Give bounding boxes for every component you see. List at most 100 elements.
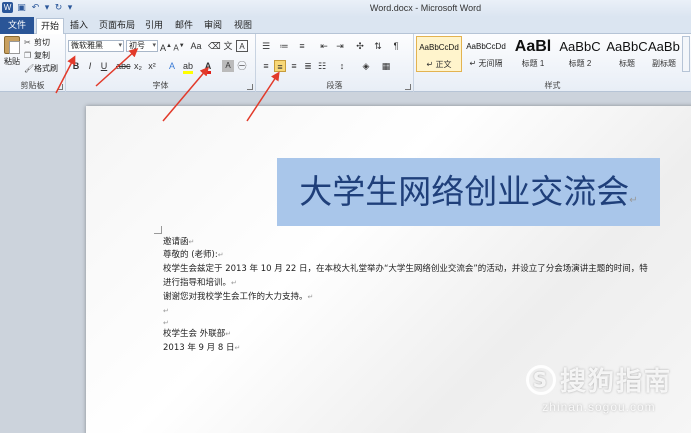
doc-line-6[interactable]: ↵ [163, 306, 169, 316]
multilevel-list-icon[interactable]: ≡ [296, 40, 308, 52]
subscript-icon[interactable]: x₂ [132, 60, 144, 72]
copy-button[interactable]: ❐ 复制 [24, 50, 50, 61]
increase-indent-icon[interactable]: ⇥ [334, 40, 346, 52]
style-no-spacing[interactable]: AaBbCcDd ↵ 无间隔 [463, 36, 509, 72]
show-marks-icon[interactable]: ¶ [390, 40, 402, 52]
text-effects-icon[interactable]: A [166, 60, 178, 72]
borders-icon[interactable]: ▦ [380, 60, 392, 72]
document-heading-text: 大学生网络创业交流会 [299, 172, 630, 211]
numbering-icon[interactable]: ≔ [278, 40, 290, 52]
style-title[interactable]: AaBbC 标题 [604, 36, 650, 72]
style-subtitle[interactable]: AaBbC 副标题 [648, 36, 680, 72]
clipboard-launcher-icon[interactable] [57, 84, 63, 90]
decrease-indent-icon[interactable]: ⇤ [318, 40, 330, 52]
doc-line-7[interactable]: ↵ [163, 318, 169, 328]
watermark-brand-text: 搜狗指南 [559, 367, 672, 397]
sort-icon[interactable]: ⇅ [372, 40, 384, 52]
shrink-font-icon[interactable]: A▼ [173, 40, 185, 53]
format-painter-button[interactable]: 🖌 格式刷 [24, 63, 58, 74]
align-center-icon[interactable]: ≡ [274, 60, 286, 72]
underline-icon[interactable]: U [98, 60, 110, 72]
style-title-sample: AaBbC [606, 39, 648, 54]
tab-mailings[interactable]: 邮件 [172, 18, 196, 34]
paragraph-launcher-icon[interactable] [405, 84, 411, 90]
paragraph-mark-icon: ↵ [629, 195, 638, 206]
tab-review[interactable]: 审阅 [201, 18, 225, 34]
phonetic-guide-icon[interactable]: 文 [222, 40, 234, 52]
doc-line-3-text: 校学生会兹定于 2013 年 10 月 22 日，在本校大礼堂举办“大学生网络创… [163, 264, 648, 274]
distributed-icon[interactable]: ☷ [316, 60, 328, 72]
superscript-icon[interactable]: x² [146, 60, 158, 72]
paragraph-mark-icon: ↵ [225, 330, 232, 338]
clear-format-icon[interactable]: ⌫ [208, 40, 221, 52]
tab-home[interactable]: 开始 [36, 18, 64, 34]
title-bar: W ▣ ↶ ▾ ↻ ▾ Word.docx - Microsoft Word [0, 0, 691, 17]
tab-references[interactable]: 引用 [142, 18, 166, 34]
doc-line-1[interactable]: 邀请函↵ [163, 237, 194, 247]
sogou-watermark: S 搜狗指南 zhinan.sogou.com [525, 361, 672, 414]
paragraph-mark-icon: ↵ [163, 307, 169, 315]
ribbon: 粘贴 ✂ 剪切 ❐ 复制 🖌 格式刷 剪贴板 微软雅黑 初号 A▲ A▼ Aa [0, 34, 691, 92]
doc-line-2[interactable]: 尊敬的 (老师):↵ [163, 250, 224, 260]
font-launcher-icon[interactable] [247, 84, 253, 90]
enclose-characters-icon[interactable]: ㊀ [236, 60, 248, 72]
styles-group: AaBbCcDd ↵ 正文 AaBbCcDd ↵ 无间隔 AaBl 标题 1 A… [414, 34, 691, 92]
tab-insert[interactable]: 插入 [66, 18, 92, 34]
style-no-spacing-sample: AaBbCcDd [466, 42, 506, 51]
bullets-icon[interactable]: ☰ [260, 40, 272, 52]
document-page[interactable]: 大学生网络创业交流会↵ 邀请函↵ 尊敬的 (老师):↵ 校学生会兹定于 2013… [86, 106, 691, 433]
document-heading[interactable]: 大学生网络创业交流会↵ [277, 172, 660, 221]
font-color-icon[interactable]: A [202, 60, 214, 74]
bold-icon[interactable]: B [70, 60, 82, 72]
tab-page-layout[interactable]: 页面布局 [96, 18, 138, 34]
style-heading-1[interactable]: AaBl 标题 1 [510, 36, 556, 72]
styles-gallery-scrollbar[interactable] [682, 36, 690, 72]
strikethrough-icon[interactable]: abc [116, 60, 131, 72]
style-heading-2[interactable]: AaBbC 标题 2 [557, 36, 603, 72]
italic-icon[interactable]: I [84, 60, 96, 72]
document-area: 大学生网络创业交流会↵ 邀请函↵ 尊敬的 (老师):↵ 校学生会兹定于 2013… [0, 92, 691, 433]
align-left-icon[interactable]: ≡ [260, 60, 272, 72]
scissors-icon: ✂ [24, 37, 31, 47]
ribbon-tabs: 文件 开始 插入 页面布局 引用 邮件 审阅 视图 [0, 17, 691, 34]
doc-line-8[interactable]: 校学生会 外联部↵ [163, 329, 231, 339]
doc-line-3[interactable]: 校学生会兹定于 2013 年 10 月 22 日，在本校大礼堂举办“大学生网络创… [163, 264, 648, 274]
font-name-dropdown[interactable]: 微软雅黑 [68, 40, 124, 52]
brush-icon: 🖌 [24, 63, 35, 73]
paragraph-group: ☰ ≔ ≡ ⇤ ⇥ ✣ ⇅ ¶ ≡ ≡ ≡ ≣ ☷ ↕ ◈ ▦ 段落 [256, 34, 414, 92]
cut-label: 剪切 [34, 38, 50, 47]
paste-label: 粘贴 [4, 57, 20, 66]
doc-line-9[interactable]: 2013 年 9 月 8 日↵ [163, 343, 240, 353]
cut-button[interactable]: ✂ 剪切 [24, 37, 50, 48]
character-shading-icon[interactable]: A [222, 60, 234, 72]
tab-file[interactable]: 文件 [0, 17, 34, 34]
shading-icon[interactable]: ◈ [360, 60, 372, 72]
style-normal-sample: AaBbCcDd [419, 43, 459, 52]
word-window: W ▣ ↶ ▾ ↻ ▾ Word.docx - Microsoft Word 文… [0, 0, 691, 433]
align-right-icon[interactable]: ≡ [288, 60, 300, 72]
doc-line-5[interactable]: 谢谢您对我校学生会工作的大力支持。↵ [163, 292, 313, 302]
grow-font-icon[interactable]: A▲ [160, 40, 172, 53]
copy-icon: ❐ [24, 50, 32, 60]
paragraph-mark-icon: ↵ [234, 344, 241, 352]
paste-button[interactable]: 粘贴 [2, 36, 22, 70]
font-size-dropdown[interactable]: 初号 [126, 40, 158, 52]
style-normal[interactable]: AaBbCcDd ↵ 正文 [416, 36, 462, 72]
justify-icon[interactable]: ≣ [302, 60, 314, 72]
chinese-layout-icon[interactable]: ✣ [354, 40, 366, 52]
paragraph-mark-icon: ↵ [163, 319, 169, 327]
watermark-url: zhinan.sogou.com [542, 400, 656, 414]
doc-line-5-text: 谢谢您对我校学生会工作的大力支持。 [163, 292, 308, 302]
format-painter-label: 格式刷 [34, 64, 58, 73]
style-no-spacing-name: ↵ 无间隔 [469, 59, 503, 68]
paragraph-mark-icon: ↵ [188, 238, 195, 246]
highlight-icon[interactable]: ab [182, 60, 194, 74]
character-border-icon[interactable]: A [236, 40, 248, 52]
doc-line-4[interactable]: 进行指导和培训。↵ [163, 278, 237, 288]
change-case-icon[interactable]: Aa [190, 40, 202, 52]
line-spacing-icon[interactable]: ↕ [336, 60, 348, 72]
crop-mark [154, 226, 162, 234]
style-title-name: 标题 [619, 59, 635, 68]
doc-line-9-text: 2013 年 9 月 8 日 [163, 343, 235, 353]
tab-view[interactable]: 视图 [231, 18, 255, 34]
